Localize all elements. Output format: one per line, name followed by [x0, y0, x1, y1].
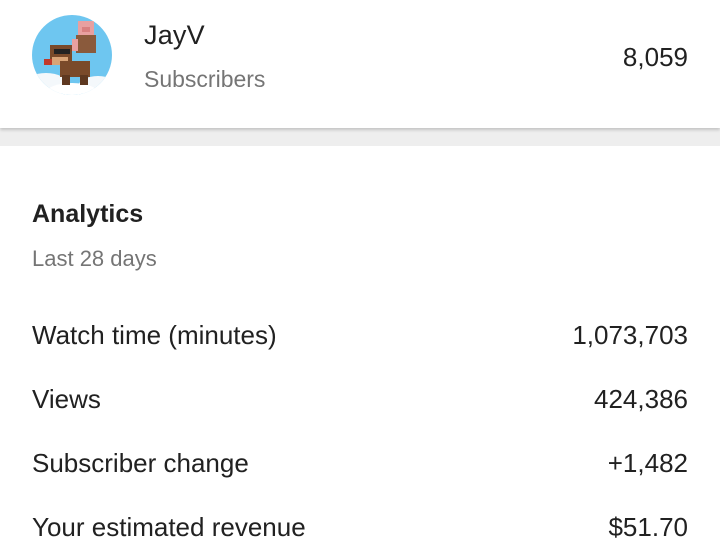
section-divider — [0, 128, 720, 146]
subscribers-count: 8,059 — [622, 42, 688, 72]
metric-row-subscriber-change[interactable]: Subscriber change +1,482 — [32, 443, 688, 483]
channel-header-card[interactable]: JayV Subscribers 8,059 — [0, 0, 720, 128]
metric-value: 1,073,703 — [572, 319, 688, 350]
metric-value: 424,386 — [594, 383, 688, 414]
metric-label: Views — [32, 383, 101, 414]
metric-value: $51.70 — [608, 511, 688, 542]
analytics-card[interactable]: Analytics Last 28 days Watch time (minut… — [0, 146, 720, 555]
avatar-image — [32, 15, 112, 95]
metric-label: Watch time (minutes) — [32, 319, 277, 350]
channel-avatar[interactable] — [32, 15, 112, 95]
subscribers-label: Subscribers — [144, 66, 266, 92]
metric-label: Subscriber change — [32, 447, 249, 478]
metric-row-views[interactable]: Views 424,386 — [32, 379, 688, 419]
analytics-period: Last 28 days — [32, 246, 157, 271]
channel-name[interactable]: JayV — [144, 20, 205, 51]
metric-row-watch-time[interactable]: Watch time (minutes) 1,073,703 — [32, 315, 688, 355]
analytics-title: Analytics — [32, 200, 144, 228]
metric-row-estimated-revenue[interactable]: Your estimated revenue $51.70 — [32, 507, 688, 547]
metric-value: +1,482 — [607, 447, 688, 478]
channel-dashboard: JayV Subscribers 8,059 Analytics Last 28… — [0, 0, 720, 555]
metric-label: Your estimated revenue — [32, 511, 306, 542]
